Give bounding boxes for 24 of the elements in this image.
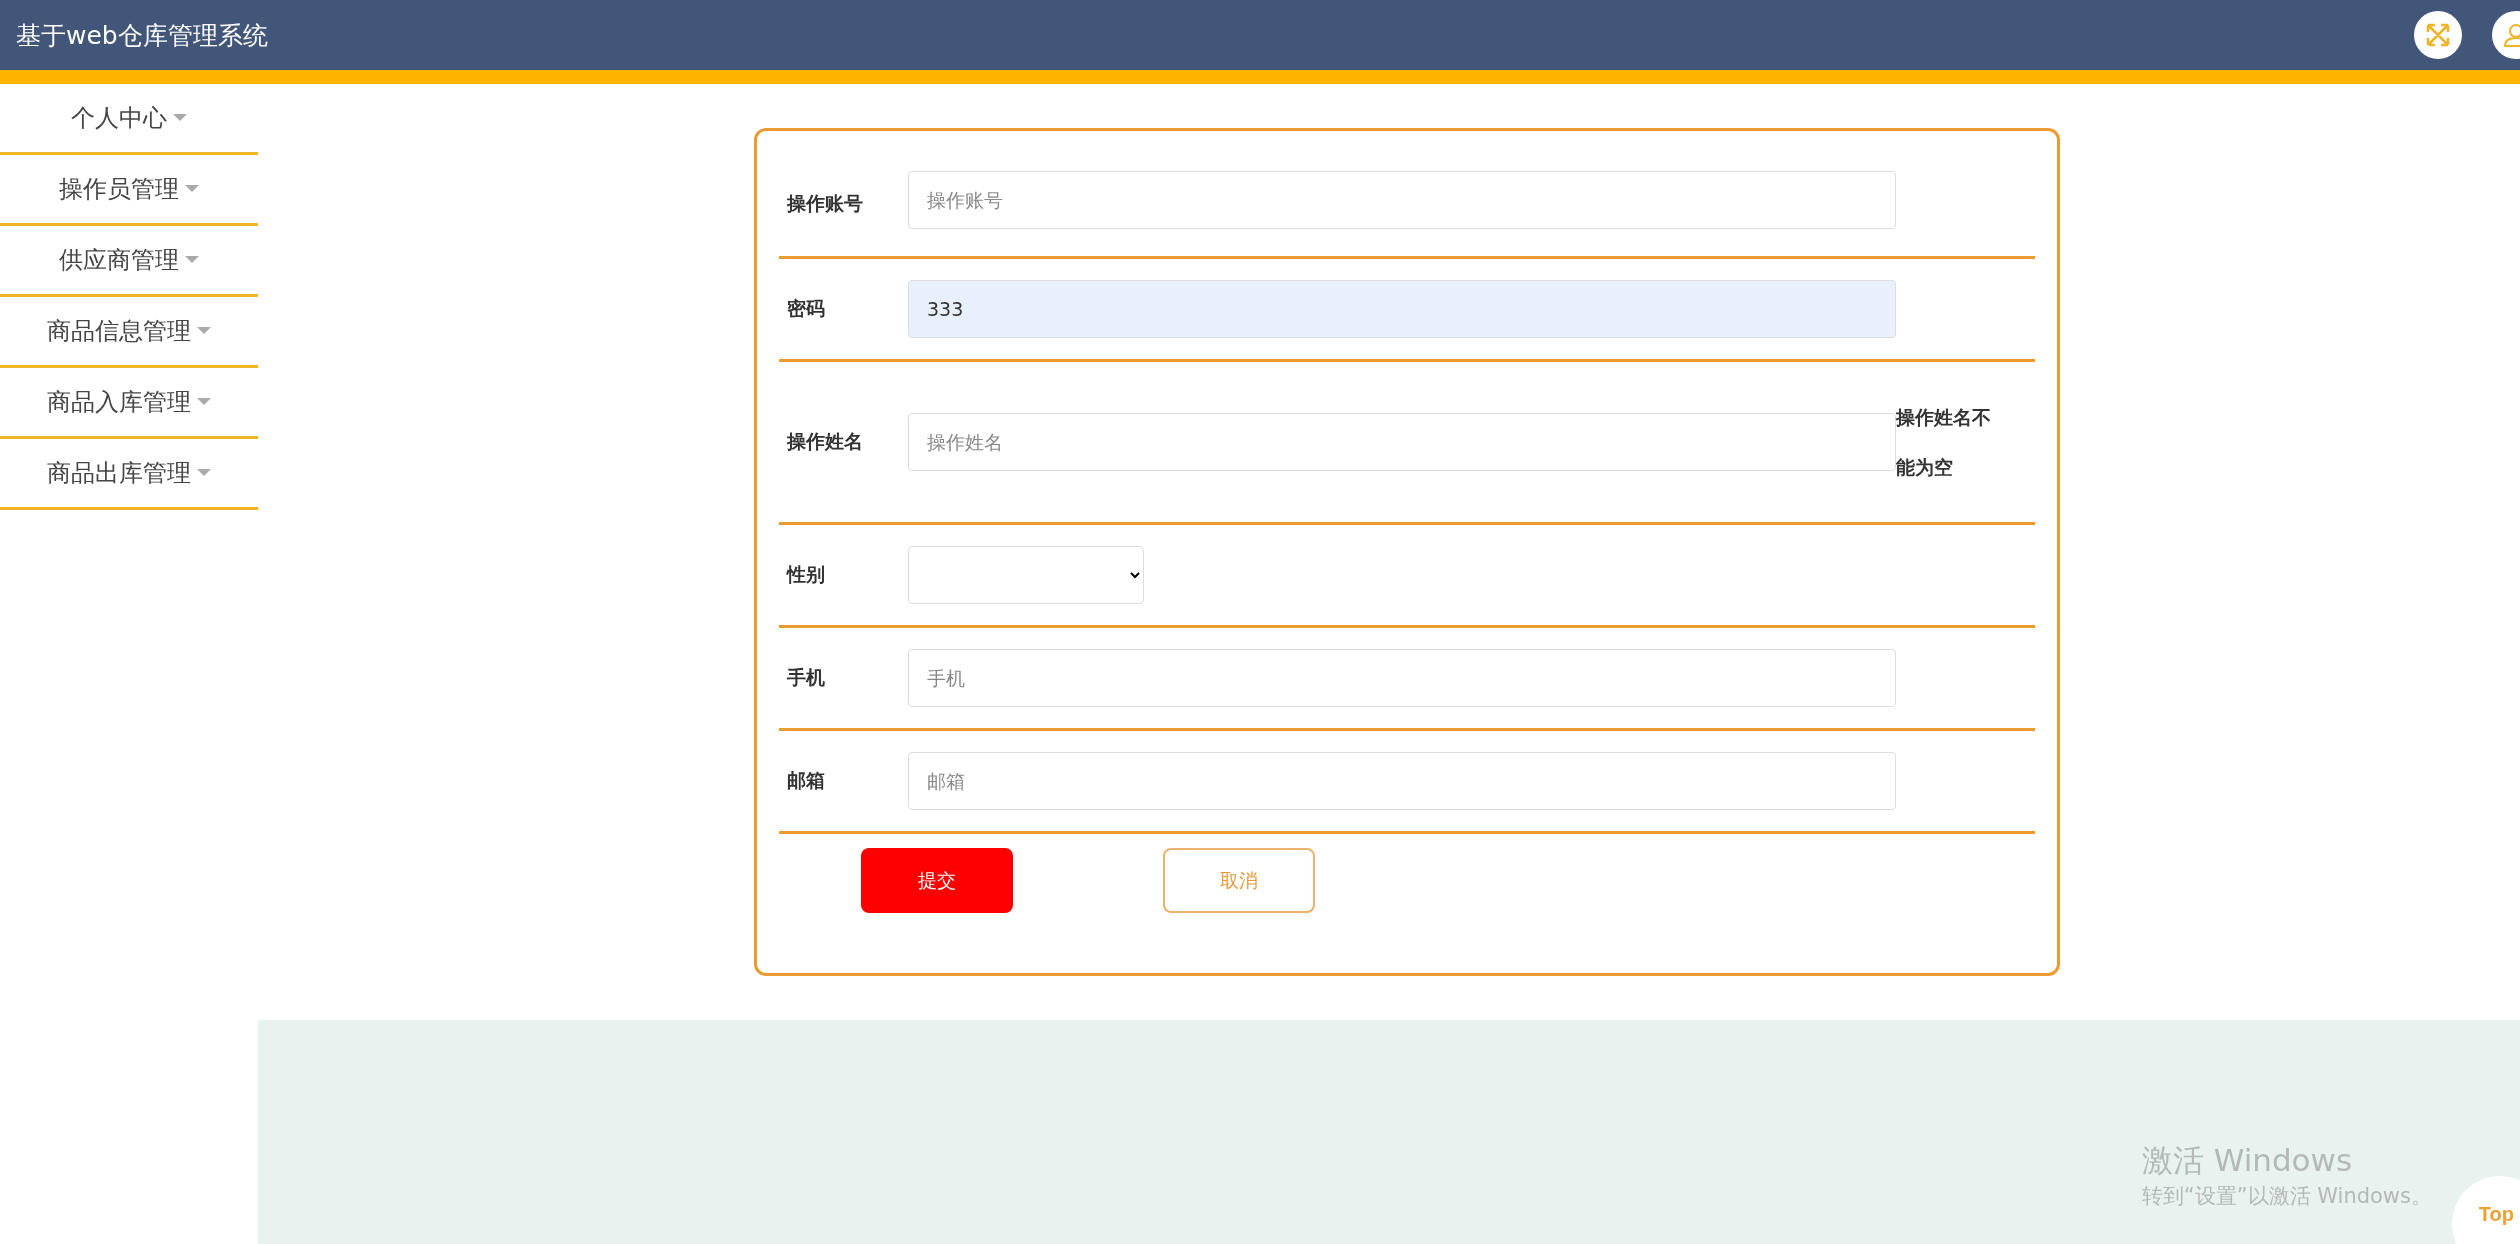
submit-button[interactable]: 提交 bbox=[861, 848, 1013, 913]
field-label: 操作姓名 bbox=[787, 429, 864, 454]
input-field[interactable]: 操作账号 bbox=[908, 171, 1896, 229]
input-field[interactable]: 333 bbox=[908, 280, 1896, 338]
caret-icon bbox=[197, 327, 211, 335]
error-message: 操作姓名不能为空 bbox=[1896, 405, 1992, 480]
caret-icon bbox=[173, 114, 187, 122]
activation-message: 转到“设置”以激活 Windows。 bbox=[2141, 1183, 2432, 1210]
caret-icon bbox=[185, 185, 199, 193]
caret-icon bbox=[197, 469, 211, 477]
field-label: 性别 bbox=[787, 562, 826, 587]
field-label: 操作账号 bbox=[787, 191, 864, 216]
input-field[interactable]: 操作姓名 bbox=[908, 413, 1896, 471]
field-label: 邮箱 bbox=[787, 768, 826, 793]
field-label: 密码 bbox=[787, 296, 826, 321]
activation-title: 激活 Windows bbox=[2141, 1141, 2354, 1180]
app-title: 基于web仓库管理系统 bbox=[16, 19, 268, 52]
fullscreen-button[interactable] bbox=[2414, 11, 2462, 59]
caret-icon bbox=[185, 256, 199, 264]
input-field[interactable]: 邮箱 bbox=[908, 752, 1896, 810]
expand-arrows-icon bbox=[2425, 22, 2451, 48]
input-field[interactable]: 手机 bbox=[908, 649, 1896, 707]
caret-icon bbox=[197, 398, 211, 406]
field-label: 手机 bbox=[787, 665, 826, 690]
